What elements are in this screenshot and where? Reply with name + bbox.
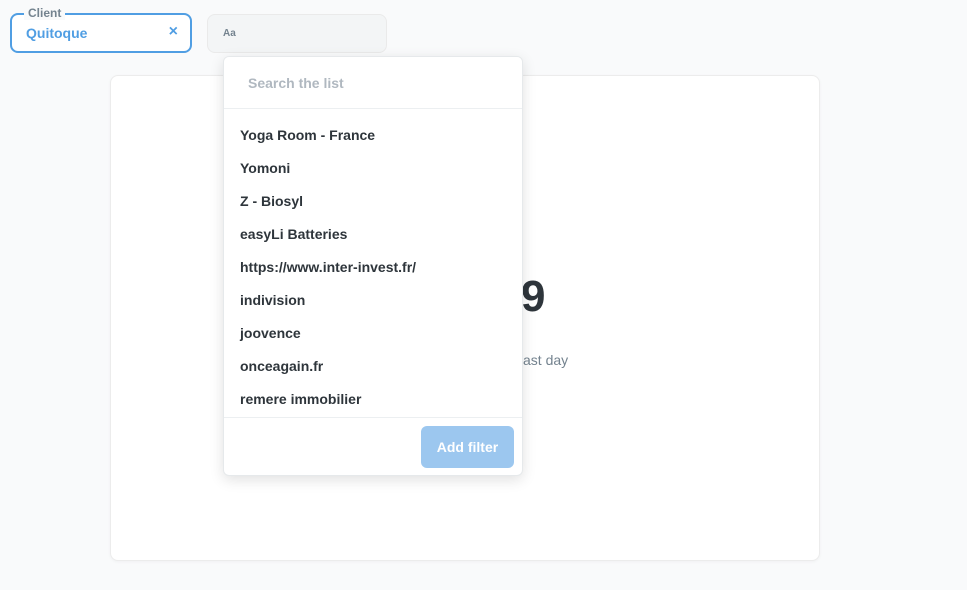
list-item[interactable]: Yomoni xyxy=(224,152,522,185)
dropdown-footer: Add filter xyxy=(224,417,522,475)
add-filter-button[interactable]: Add filter xyxy=(421,426,514,468)
filter-dropdown-popover: Yoga Room - France Yomoni Z - Biosyl eas… xyxy=(223,56,523,476)
list-item[interactable]: indivision xyxy=(224,284,522,317)
list-item[interactable]: https://www.inter-invest.fr/ xyxy=(224,251,522,284)
list-item[interactable]: Z - Biosyl xyxy=(224,185,522,218)
scalar-value: 9 xyxy=(521,272,546,321)
search-input[interactable] xyxy=(224,57,522,109)
text-type-icon: Aa xyxy=(223,28,236,39)
close-icon[interactable]: × xyxy=(169,23,178,41)
client-filter-widget[interactable]: Client Quitoque × xyxy=(10,6,192,53)
list-item[interactable]: Yoga Room - France xyxy=(224,119,522,152)
text-filter-widget[interactable]: Aa xyxy=(207,14,387,53)
dashboard-stage: Client Quitoque × Aa 9 ast day Yoga Room… xyxy=(0,0,967,590)
list-item[interactable]: remere immobilier xyxy=(224,383,522,411)
option-list: Yoga Room - France Yomoni Z - Biosyl eas… xyxy=(224,119,522,411)
client-filter-value: Quitoque xyxy=(26,25,88,41)
list-item[interactable]: onceagain.fr xyxy=(224,350,522,383)
client-filter-label: Client xyxy=(24,6,66,20)
list-item[interactable]: joovence xyxy=(224,317,522,350)
scalar-subtitle: ast day xyxy=(523,352,569,368)
list-item[interactable]: easyLi Batteries xyxy=(224,218,522,251)
